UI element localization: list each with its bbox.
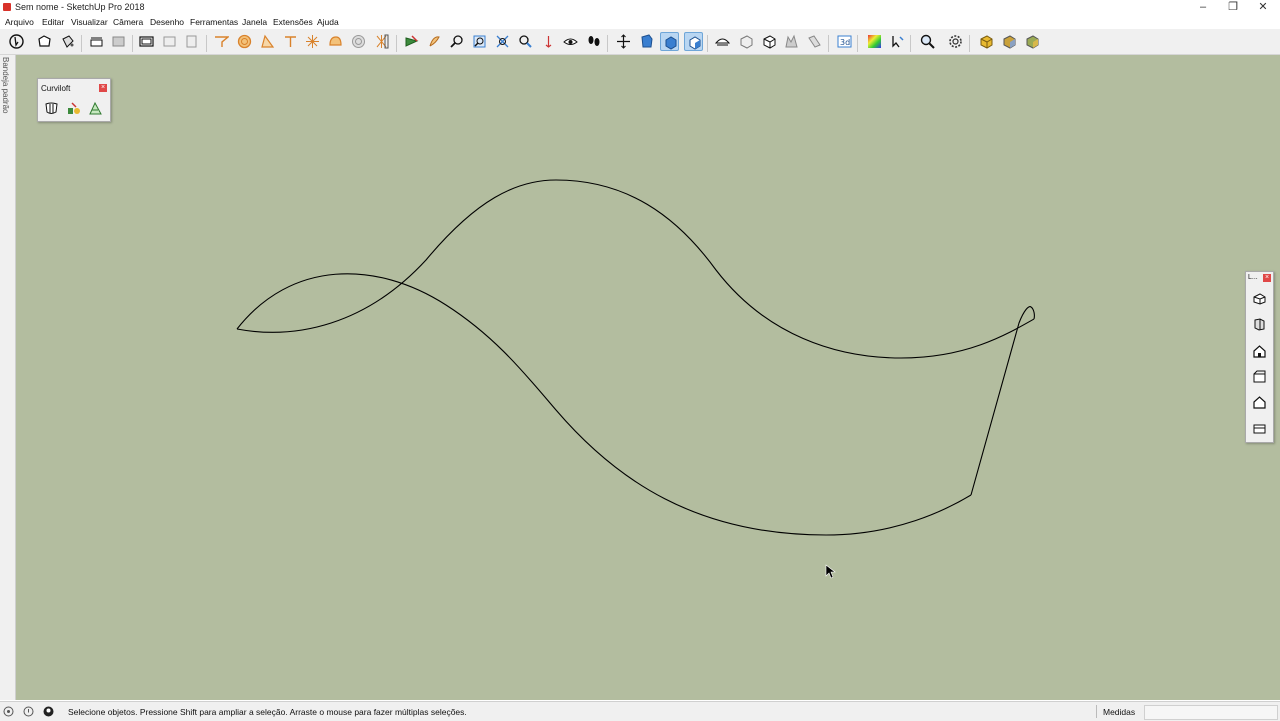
drawing-svg — [236, 179, 1035, 579]
monochrome-icon[interactable]: 3d — [835, 32, 854, 51]
menu-desenho[interactable]: Desenho — [150, 17, 184, 27]
search-icon[interactable] — [918, 32, 937, 51]
curviloft-close-button[interactable]: × — [99, 84, 107, 92]
paint-bucket-icon[interactable] — [58, 32, 77, 51]
iso-view-icon[interactable] — [1250, 289, 1269, 308]
title-bar: Sem nome - SketchUp Pro 2018 – ❐ ✕ — [0, 0, 1280, 15]
dimension-icon[interactable] — [425, 32, 444, 51]
tape-measure-icon[interactable] — [372, 32, 391, 51]
menu-bar: Arquivo Editar Visualizar Câmera Desenho… — [0, 15, 1280, 29]
xray-icon[interactable] — [737, 32, 756, 51]
polygon-icon[interactable] — [212, 32, 231, 51]
zoom-icon[interactable] — [561, 32, 580, 51]
settings-icon[interactable] — [946, 32, 965, 51]
measurements-input[interactable] — [1144, 705, 1278, 720]
position-camera-icon[interactable] — [684, 32, 703, 51]
left-view-icon[interactable] — [1250, 418, 1269, 437]
warehouse-icon[interactable] — [977, 32, 996, 51]
views-toolbar-title: L... — [1248, 274, 1258, 281]
line-icon[interactable] — [109, 32, 128, 51]
styles-icon[interactable] — [865, 32, 884, 51]
zoom-extents-icon[interactable] — [614, 32, 633, 51]
main-toolbar: 3d — [0, 29, 1280, 55]
front-view-icon[interactable] — [1250, 342, 1269, 361]
status-bar: Selecione objetos. Pressione Shift para … — [0, 701, 1280, 721]
look-around-icon[interactable] — [660, 32, 679, 51]
loft-along-path-icon[interactable] — [64, 99, 82, 117]
menu-arquivo[interactable]: Arquivo — [5, 17, 34, 27]
wireframe-icon[interactable] — [760, 32, 779, 51]
window-title: Sem nome - SketchUp Pro 2018 — [15, 2, 145, 12]
menu-visualizar[interactable]: Visualizar — [71, 17, 108, 27]
curviloft-title: Curviloft — [41, 84, 71, 93]
scale-icon[interactable] — [349, 32, 368, 51]
curve-2 — [236, 179, 1035, 359]
skinning-icon[interactable] — [86, 99, 104, 117]
restore-button[interactable]: ❐ — [1218, 0, 1248, 15]
menu-editar[interactable]: Editar — [42, 17, 64, 27]
mouse-cursor-icon — [825, 564, 836, 579]
text-icon[interactable] — [447, 32, 466, 51]
views-toolbar: L... × — [1245, 271, 1274, 443]
menu-janela[interactable]: Janela — [242, 17, 267, 27]
right-view-icon[interactable] — [1250, 367, 1269, 386]
menu-extensoes[interactable]: Extensões — [273, 17, 313, 27]
rectangle-icon[interactable] — [137, 32, 156, 51]
menu-ferramentas[interactable]: Ferramentas — [190, 17, 238, 27]
shaded-textures-icon[interactable] — [805, 32, 824, 51]
default-tray-tab[interactable]: Bandeja padrão — [0, 55, 16, 700]
user-account-icon[interactable] — [43, 706, 54, 719]
menu-ajuda[interactable]: Ajuda — [317, 17, 339, 27]
minimize-button[interactable]: – — [1188, 0, 1218, 15]
make-component-icon[interactable] — [35, 32, 54, 51]
drawing-canvas[interactable] — [16, 55, 1280, 700]
curve-3 — [970, 306, 1035, 496]
axes-icon[interactable] — [470, 32, 489, 51]
shaded-icon[interactable] — [782, 32, 801, 51]
status-divider — [1096, 705, 1097, 718]
extension-warehouse-icon[interactable] — [1000, 32, 1019, 51]
select-arrow-icon[interactable] — [7, 32, 26, 51]
back-view-icon[interactable] — [1250, 393, 1269, 412]
rotate-icon[interactable] — [326, 32, 345, 51]
curve-1 — [236, 273, 972, 536]
walk-icon[interactable] — [637, 32, 656, 51]
layout-icon[interactable] — [1023, 32, 1042, 51]
circle-icon[interactable] — [160, 32, 179, 51]
orbit-icon[interactable] — [516, 32, 535, 51]
geo-location-icon[interactable] — [3, 706, 14, 719]
protractor-icon[interactable] — [402, 32, 421, 51]
svg-text:3d: 3d — [840, 38, 850, 47]
top-view-icon[interactable] — [1250, 315, 1269, 334]
views-toolbar-close-button[interactable]: × — [1263, 274, 1271, 282]
curviloft-toolbar: Curviloft × — [37, 78, 111, 122]
status-message: Selecione objetos. Pressione Shift para … — [68, 707, 467, 717]
sketchup-logo-icon — [3, 3, 11, 11]
offset-icon[interactable] — [281, 32, 300, 51]
close-window-button[interactable]: ✕ — [1248, 0, 1278, 15]
move-icon[interactable] — [303, 32, 322, 51]
push-pull-icon[interactable] — [235, 32, 254, 51]
follow-me-icon[interactable] — [258, 32, 277, 51]
menu-camera[interactable]: Câmera — [113, 17, 143, 27]
arc-icon[interactable] — [182, 32, 201, 51]
loft-by-spline-icon[interactable] — [42, 99, 60, 117]
sandbox-icon[interactable] — [888, 32, 907, 51]
3d-text-icon[interactable] — [493, 32, 512, 51]
pan-icon[interactable] — [539, 32, 558, 51]
section-plane-icon[interactable] — [713, 32, 732, 51]
zoom-window-icon[interactable] — [584, 32, 603, 51]
credits-icon[interactable] — [23, 706, 34, 719]
eraser-icon[interactable] — [87, 32, 106, 51]
measurements-label: Medidas — [1103, 707, 1136, 717]
tray-label: Bandeja padrão — [1, 57, 10, 114]
